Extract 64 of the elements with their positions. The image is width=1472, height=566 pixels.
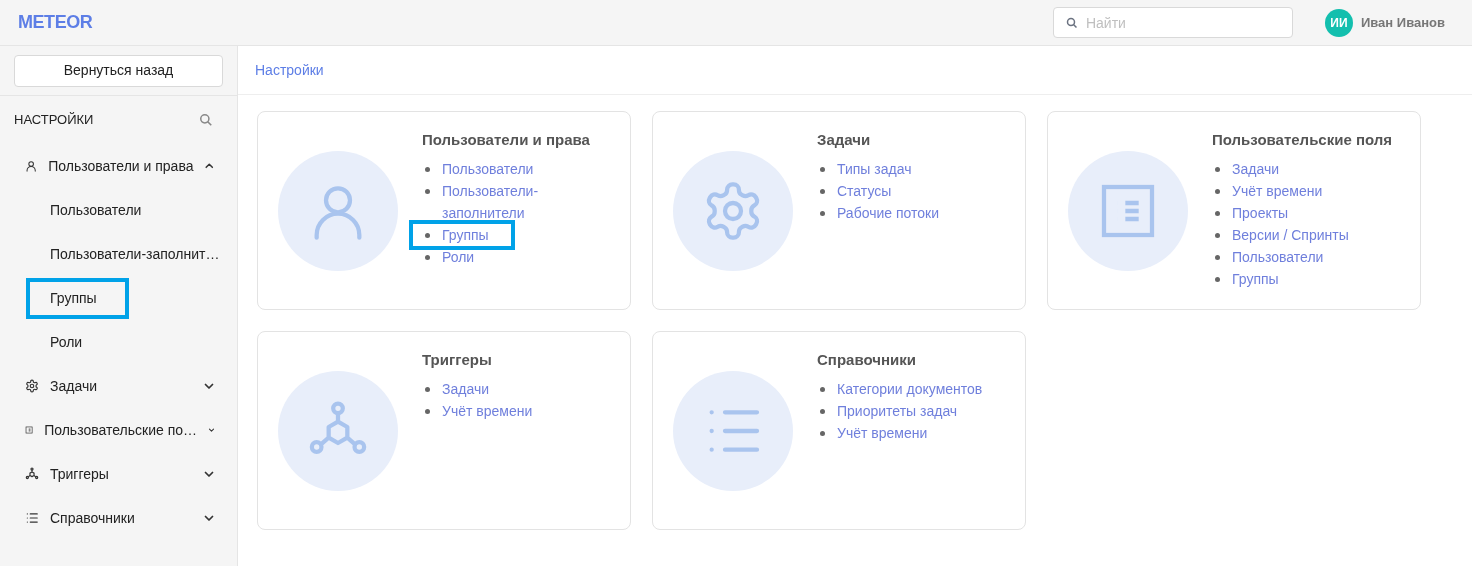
settings-icon (25, 379, 39, 393)
bullet-icon (425, 254, 430, 260)
card-title: Задачи (817, 130, 872, 150)
sidebar-subitem[interactable]: Группы (26, 277, 129, 319)
card-link[interactable]: Роли (442, 245, 592, 268)
card-title: Триггеры (422, 350, 493, 370)
card-link[interactable]: Рабочие потоки (837, 201, 987, 224)
card-link[interactable]: Группы (1232, 267, 1382, 290)
logo: METEOR (18, 11, 93, 34)
sidebar-item[interactable]: Пользовательские по… (0, 408, 237, 452)
card-title: Справочники (817, 350, 917, 370)
card-link[interactable]: Учёт времени (837, 421, 987, 444)
list-document-icon (25, 423, 34, 437)
search-icon[interactable] (199, 113, 213, 127)
network-icon (25, 467, 39, 481)
sidebar-item[interactable]: Пользователи и права (0, 144, 237, 188)
bullet-icon (820, 210, 825, 216)
bullet-icon (820, 408, 825, 414)
user-name[interactable]: Иван Иванов (1360, 12, 1445, 33)
sidebar-subitem[interactable]: Пользователи (26, 193, 142, 227)
sidebar-item[interactable]: Задачи (0, 364, 237, 408)
card-title: Пользователи и права (422, 130, 591, 150)
bullet-icon (425, 188, 430, 194)
sidebar-subitem[interactable]: Пользователи-заполнит… (26, 237, 220, 271)
bullet-icon (820, 166, 825, 172)
card-link[interactable]: Пользователи (442, 157, 592, 180)
user-icon (25, 159, 38, 173)
bullet-icon (1215, 232, 1220, 238)
section-title: НАСТРОЙКИ (14, 111, 94, 130)
search-icon (1065, 17, 1078, 29)
sidebar-subitem[interactable]: Роли (26, 325, 83, 359)
bullet-icon (1215, 166, 1220, 172)
card-link[interactable]: Учёт времени (1232, 179, 1382, 202)
bullet-icon (425, 166, 430, 172)
list-icon (25, 511, 39, 525)
bullet-icon (820, 188, 825, 194)
card-link[interactable]: Задачи (442, 377, 592, 400)
card-link[interactable]: Приоритеты задач (837, 399, 987, 422)
bullet-icon (425, 386, 430, 392)
sidebar-item[interactable]: Триггеры (0, 452, 237, 496)
card-link[interactable]: Проекты (1232, 201, 1382, 224)
bullet-icon (1215, 254, 1220, 260)
card-link[interactable]: Пользователи-заполнители (442, 179, 592, 224)
card-link[interactable]: Пользователи (1232, 245, 1382, 268)
card-link[interactable]: Категории документов (837, 377, 987, 400)
card-link[interactable]: Группы (442, 223, 511, 246)
bullet-icon (1215, 210, 1220, 216)
card-link[interactable]: Версии / Спринты (1232, 223, 1382, 246)
bullet-icon (820, 386, 825, 392)
sidebar-item[interactable]: Справочники (0, 496, 237, 540)
bullet-icon (425, 408, 430, 414)
bullet-icon (1215, 276, 1220, 282)
card-link[interactable]: Задачи (1232, 157, 1382, 180)
avatar[interactable]: ИИ (1324, 8, 1353, 37)
bullet-icon (425, 232, 430, 238)
card-link[interactable]: Типы задач (837, 157, 987, 180)
card-title: Пользовательские поля (1212, 130, 1394, 150)
bullet-icon (820, 430, 825, 436)
card-link[interactable]: Статусы (837, 179, 987, 202)
back-button[interactable]: Вернуться назад (14, 54, 223, 87)
breadcrumb-link[interactable]: Настройки (255, 59, 324, 81)
search-field[interactable]: Найти (1052, 7, 1293, 38)
bullet-icon (1215, 188, 1220, 194)
card-link[interactable]: Учёт времени (442, 399, 592, 422)
